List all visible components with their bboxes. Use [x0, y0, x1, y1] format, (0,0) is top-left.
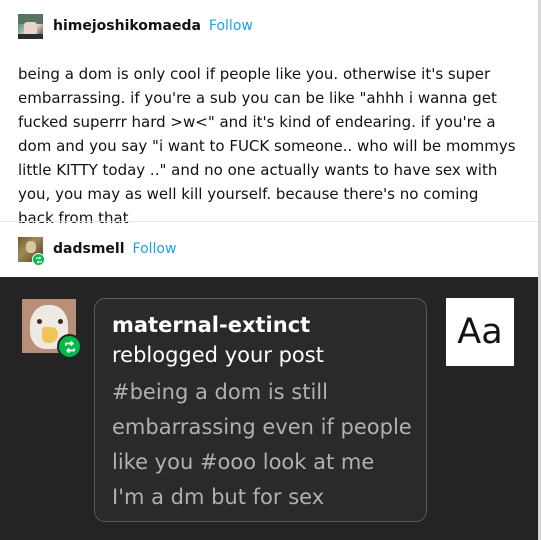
reblog-icon [32, 253, 45, 266]
notification-username: maternal-extinct [112, 313, 311, 337]
follow-button[interactable]: Follow [133, 241, 177, 257]
notification-card: maternal-extinct reblogged your post #be… [94, 298, 427, 522]
post-body-text: being a dom is only cool if people like … [18, 65, 516, 227]
avatar[interactable] [18, 13, 43, 39]
post-header: himejoshikomaeda Follow [18, 13, 253, 39]
reblog-icon [57, 334, 82, 359]
notification-tags: #being a dom is still embarrassing even … [112, 380, 412, 509]
follow-button[interactable]: Follow [209, 18, 253, 34]
divider [0, 221, 538, 222]
notification-action: reblogged your post [112, 343, 324, 367]
notification-screenshot: maternal-extinct reblogged your post #be… [0, 277, 538, 540]
aa-icon: Aa [446, 298, 514, 366]
post-username[interactable]: himejoshikomaeda [53, 18, 201, 34]
reblog-username[interactable]: dadsmell [53, 241, 125, 257]
